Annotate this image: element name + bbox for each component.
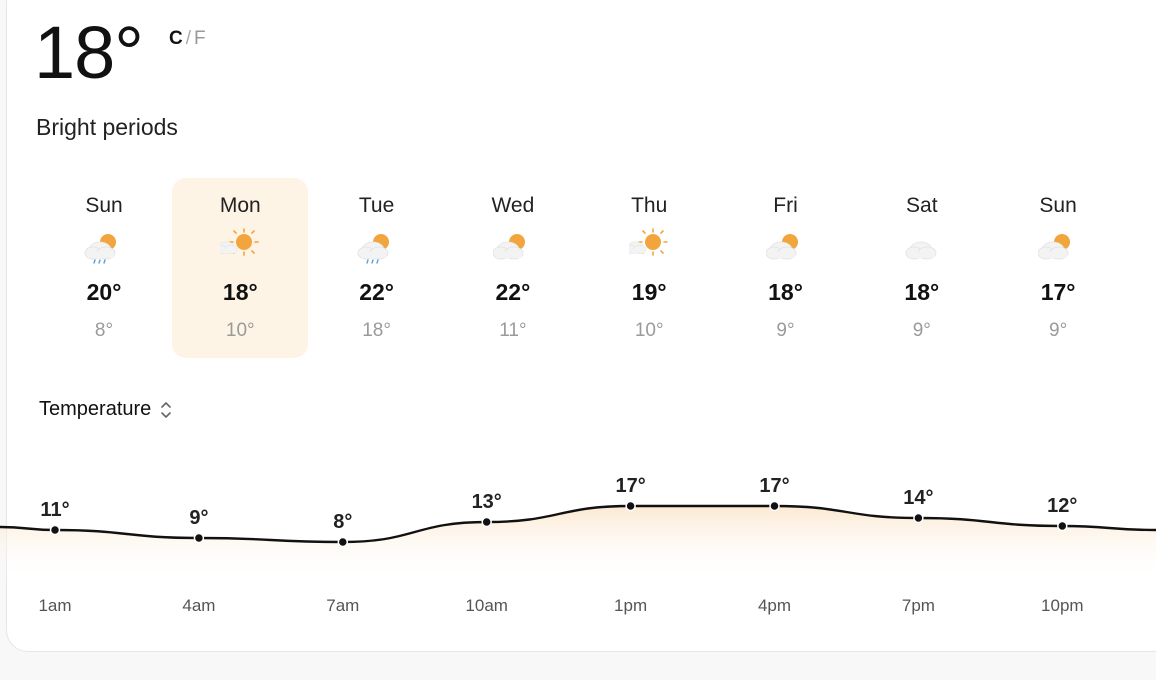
day-forecast-1[interactable]: Mon 18° 10° <box>172 178 309 358</box>
chart-time-label: 1am <box>38 596 71 615</box>
chart-time-label: 4pm <box>758 596 791 615</box>
day-name: Wed <box>491 194 535 217</box>
day-forecast-2[interactable]: Tue 22° 18° <box>309 178 445 358</box>
chart-time-label: 7am <box>326 596 359 615</box>
chart-time-label: 4am <box>182 596 215 615</box>
day-low-temp: 8° <box>94 320 114 341</box>
day-name: Sun <box>85 194 123 217</box>
chart-data-label: 12° <box>1047 495 1077 517</box>
day-high-temp: 18° <box>222 279 258 305</box>
cloud-sun-icon <box>492 234 525 260</box>
day-forecast-3[interactable]: Wed 22° 11° <box>445 178 581 358</box>
unit-fahrenheit-button[interactable]: F <box>194 28 206 49</box>
day-high-temp: 20° <box>86 279 122 305</box>
chart-data-label: 13° <box>472 491 502 513</box>
sun-cloud-rain-icon <box>357 234 389 264</box>
hourly-temperature-chart: 11° 9° 8° 13° 17° 17° 14° 12° 1am 4am 7am 10am 1pm 4… <box>0 475 1156 615</box>
current-condition: Bright periods <box>36 114 178 140</box>
chart-time-label: 7pm <box>902 596 935 615</box>
chart-point <box>49 524 61 536</box>
current-temperature: 18° <box>34 11 144 94</box>
chart-point <box>193 532 205 544</box>
chart-point <box>1057 520 1068 532</box>
cloud-icon <box>905 241 937 260</box>
day-high-temp: 22° <box>359 279 394 305</box>
chart-point <box>625 500 636 512</box>
daily-forecast: Sun 20° 8° Mon 18° 10° Tue 22° 18° Wed 22° 11° Thu 19… <box>36 178 1126 358</box>
day-low-temp: 9° <box>912 320 931 341</box>
unit-separator: / <box>185 28 192 49</box>
day-name: Mon <box>219 194 261 217</box>
chart-data-label: 11° <box>40 499 69 521</box>
sun-cloud-icon <box>220 228 260 256</box>
day-high-temp: 22° <box>495 279 531 305</box>
day-high-temp: 17° <box>1040 279 1076 305</box>
day-high-temp: 19° <box>631 279 667 305</box>
metric-selector[interactable]: Temperature <box>39 398 173 421</box>
chart-data-label: 8° <box>333 511 352 533</box>
unit-toggle: C / F <box>169 28 206 50</box>
day-high-temp: 18° <box>768 279 803 305</box>
day-forecast-6[interactable]: Sat 18° 9° <box>854 178 990 358</box>
chart-time-label: 1pm <box>614 596 647 615</box>
unit-celsius-button[interactable]: C <box>169 28 183 49</box>
day-low-temp: 10° <box>634 320 664 341</box>
chevron-up-down-icon <box>161 401 172 418</box>
day-forecast-4[interactable]: Thu 19° 10° <box>581 178 717 358</box>
sun-cloud-rain-icon <box>84 234 116 264</box>
day-forecast-0[interactable]: Sun 20° 8° <box>36 178 172 358</box>
cloud-sun-icon <box>765 234 798 260</box>
day-low-temp: 18° <box>362 320 391 341</box>
chart-point <box>481 516 492 528</box>
chart-time-label: 10am <box>465 596 508 615</box>
day-name: Fri <box>773 194 798 217</box>
day-low-temp: 9° <box>776 320 795 341</box>
day-name: Tue <box>358 194 395 217</box>
day-low-temp: 10° <box>225 320 255 341</box>
day-forecast-5[interactable]: Fri 18° 9° <box>718 178 854 358</box>
day-name: Thu <box>631 194 668 217</box>
chart-data-label: 14° <box>903 487 933 509</box>
chart-data-label: 17° <box>759 475 789 497</box>
chart-point <box>913 512 924 524</box>
day-name: Sun <box>1039 194 1077 217</box>
day-forecast-7[interactable]: Sun 17° 9° <box>990 178 1126 358</box>
day-low-temp: 9° <box>1049 320 1068 341</box>
day-name: Sat <box>906 194 938 217</box>
chart-point <box>769 500 780 512</box>
chart-area-fill <box>0 506 1156 580</box>
chart-data-label: 17° <box>615 475 645 497</box>
day-high-temp: 18° <box>904 279 940 305</box>
day-low-temp: 11° <box>499 320 527 341</box>
chart-time-label: 10pm <box>1041 596 1084 615</box>
chart-data-label: 9° <box>189 507 208 529</box>
chart-point <box>337 536 349 548</box>
metric-selector-label: Temperature <box>39 398 152 420</box>
cloud-sun-icon <box>1038 234 1071 260</box>
sun-cloud-icon <box>629 228 668 256</box>
